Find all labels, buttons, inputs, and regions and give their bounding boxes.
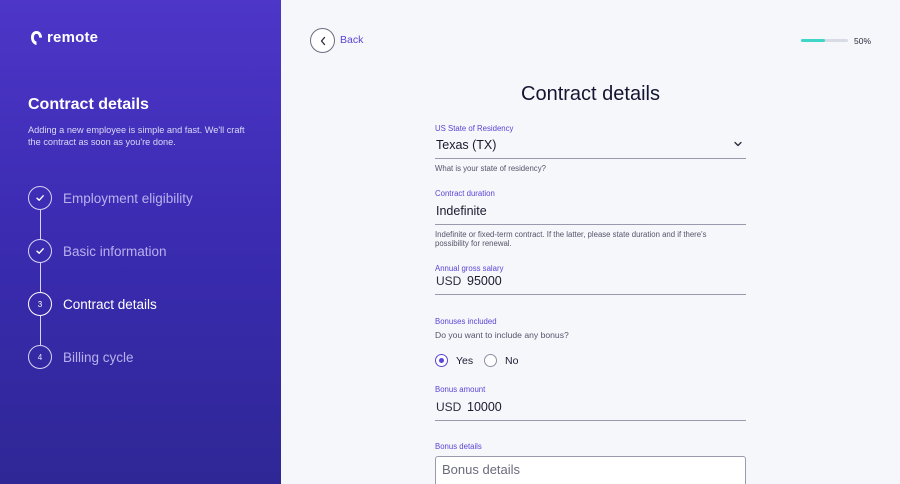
step-marker: 3 — [28, 292, 52, 316]
step-label: Billing cycle — [63, 349, 134, 365]
brand-name: remote — [47, 29, 99, 46]
state-select[interactable]: Texas (TX) — [436, 138, 496, 152]
step-label: Contract details — [63, 296, 157, 312]
brand-logo[interactable]: remote — [30, 29, 98, 46]
step-connector — [39, 316, 41, 345]
bonus-details-label: Bonus details — [435, 442, 482, 451]
progress-label: 50% — [854, 36, 872, 46]
back-button[interactable] — [310, 28, 335, 53]
radio-label-no: No — [505, 354, 519, 367]
radio-button-checked[interactable] — [435, 354, 448, 367]
checkmark-icon — [36, 248, 44, 254]
step-label: Basic information — [63, 243, 167, 259]
main-content: Back 50% Contract details US State of Re… — [281, 0, 900, 484]
salary-underline — [435, 294, 746, 295]
state-label: US State of Residency — [435, 124, 514, 133]
state-help: What is your state of residency? — [435, 164, 546, 173]
progress-bar — [801, 39, 848, 42]
step-marker: 4 — [28, 345, 52, 369]
step-connector — [39, 210, 41, 239]
radio-button[interactable] — [484, 354, 497, 367]
bonus-details-textarea[interactable]: Bonus details — [435, 456, 746, 484]
bonus-yes-radio[interactable]: Yes — [435, 354, 473, 367]
step-label: Employment eligibility — [63, 190, 193, 206]
chevron-left-icon — [320, 36, 325, 45]
duration-underline — [435, 224, 746, 225]
bonus-amount-input[interactable]: 10000 — [467, 400, 502, 414]
bonus-amount-currency: USD — [436, 400, 462, 414]
step-marker — [28, 186, 52, 210]
step-connector — [39, 263, 41, 292]
step-billing-cycle[interactable]: 4 Billing cycle — [28, 345, 268, 369]
chevron-down-icon[interactable] — [733, 140, 743, 148]
salary-input[interactable]: 95000 — [467, 274, 502, 288]
bonus-amount-label: Bonus amount — [435, 385, 486, 394]
step-employment-eligibility[interactable]: Employment eligibility — [28, 186, 268, 210]
bonus-no-radio[interactable]: No — [484, 354, 518, 367]
page-title: Contract details — [521, 83, 660, 105]
state-underline — [435, 158, 746, 159]
bonuses-question: Do you want to include any bonus? — [435, 330, 569, 340]
sidebar-title: Contract details — [28, 96, 149, 113]
step-marker — [28, 239, 52, 263]
duration-label: Contract duration — [435, 189, 495, 198]
step-basic-information[interactable]: Basic information — [28, 239, 268, 263]
checkmark-icon — [36, 195, 44, 201]
bonuses-label: Bonuses included — [435, 317, 497, 326]
back-link[interactable]: Back — [340, 34, 363, 46]
remote-logo-icon — [31, 30, 42, 45]
duration-help: Indefinite or fixed-term contract. If th… — [435, 230, 707, 248]
sidebar: remote Contract details Adding a new emp… — [0, 0, 281, 484]
salary-currency: USD — [436, 274, 462, 288]
sidebar-description: Adding a new employee is simple and fast… — [28, 125, 245, 147]
progress-fill — [801, 39, 825, 42]
bonus-amount-underline — [435, 420, 746, 421]
salary-label: Annual gross salary — [435, 264, 504, 273]
step-contract-details[interactable]: 3 Contract details — [28, 292, 268, 316]
radio-label-yes: Yes — [456, 354, 474, 367]
duration-input[interactable]: Indefinite — [436, 204, 487, 218]
